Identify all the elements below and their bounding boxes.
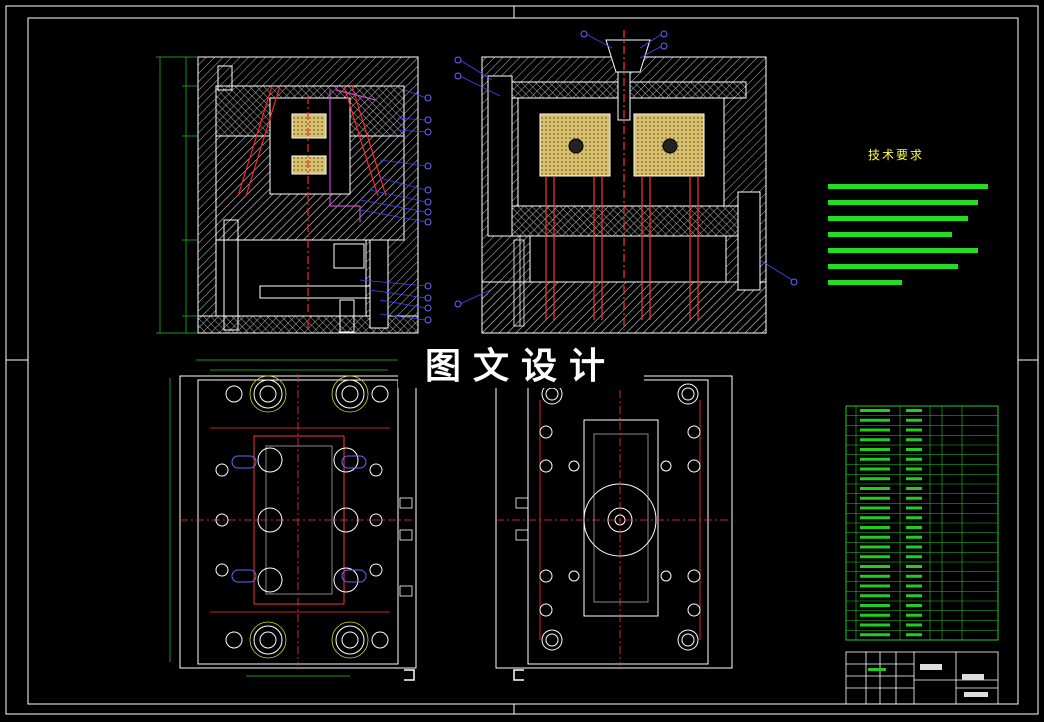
watermark-text: 图文设计 (424, 346, 617, 387)
table-cell-bar (860, 487, 890, 490)
tech-requirements-lines (828, 184, 988, 285)
table-cell-bar (860, 506, 890, 510)
table-cell-bar (906, 604, 922, 607)
table-cell-bar (906, 477, 922, 481)
table-cell-bar (860, 409, 890, 412)
table-cell-bar (860, 623, 890, 627)
table-cell-bar (906, 457, 922, 461)
bottom-left-plan-view (169, 359, 420, 677)
table-cell-bar (860, 457, 890, 461)
bottom-right-plan-view (495, 374, 736, 669)
table-cell-bar (906, 594, 922, 598)
table-cell-bar (906, 467, 922, 471)
table-cell-bar (906, 633, 922, 637)
table-cell-bar (906, 428, 922, 432)
table-cell-bar (860, 545, 890, 549)
table-cell-bar (860, 496, 890, 500)
table-cell-bar (860, 448, 890, 451)
watermark-banner: 图文设计 (398, 338, 644, 388)
corner-marks (404, 669, 524, 681)
table-cell-bar (860, 428, 890, 432)
table-cell-bar (906, 487, 922, 490)
table-cell-bar (906, 584, 922, 588)
parts-list-table (845, 405, 999, 641)
table-cell-bar (906, 516, 922, 520)
title-block (845, 651, 999, 705)
right-section-view (454, 30, 798, 334)
table-cell-bar (860, 418, 890, 422)
left-section-view (156, 56, 432, 334)
table-cell-bar (906, 574, 922, 578)
tech-requirements-title: 技术要求 (868, 148, 925, 162)
table-cell-bar (906, 438, 922, 442)
table-cell-bar (906, 613, 922, 617)
table-cell-bar (860, 526, 890, 529)
table-cell-bar (860, 633, 890, 637)
table-cell-bar (906, 506, 922, 510)
table-cell-bar (906, 545, 922, 549)
table-cell-bar (860, 477, 890, 481)
table-cell-bar (906, 526, 922, 529)
table-cell-bar (906, 535, 922, 539)
table-cell-bar (860, 555, 890, 559)
table-cell-bar (906, 623, 922, 627)
table-cell-bar (906, 496, 922, 500)
table-cell-bar (860, 535, 890, 539)
table-cell-bar (860, 565, 890, 568)
table-cell-bar (860, 613, 890, 617)
table-cell-bar (860, 594, 890, 598)
table-cell-bar (860, 604, 890, 607)
table-cell-bar (860, 438, 890, 442)
table-cell-bar (860, 574, 890, 578)
table-cell-bar (860, 467, 890, 471)
table-cell-bar (860, 584, 890, 588)
table-cell-bar (906, 555, 922, 559)
table-cell-bar (860, 516, 890, 520)
table-cell-bar (906, 565, 922, 568)
table-cell-bar (906, 409, 922, 412)
table-cell-bar (906, 448, 922, 451)
table-cell-bar (906, 418, 922, 422)
